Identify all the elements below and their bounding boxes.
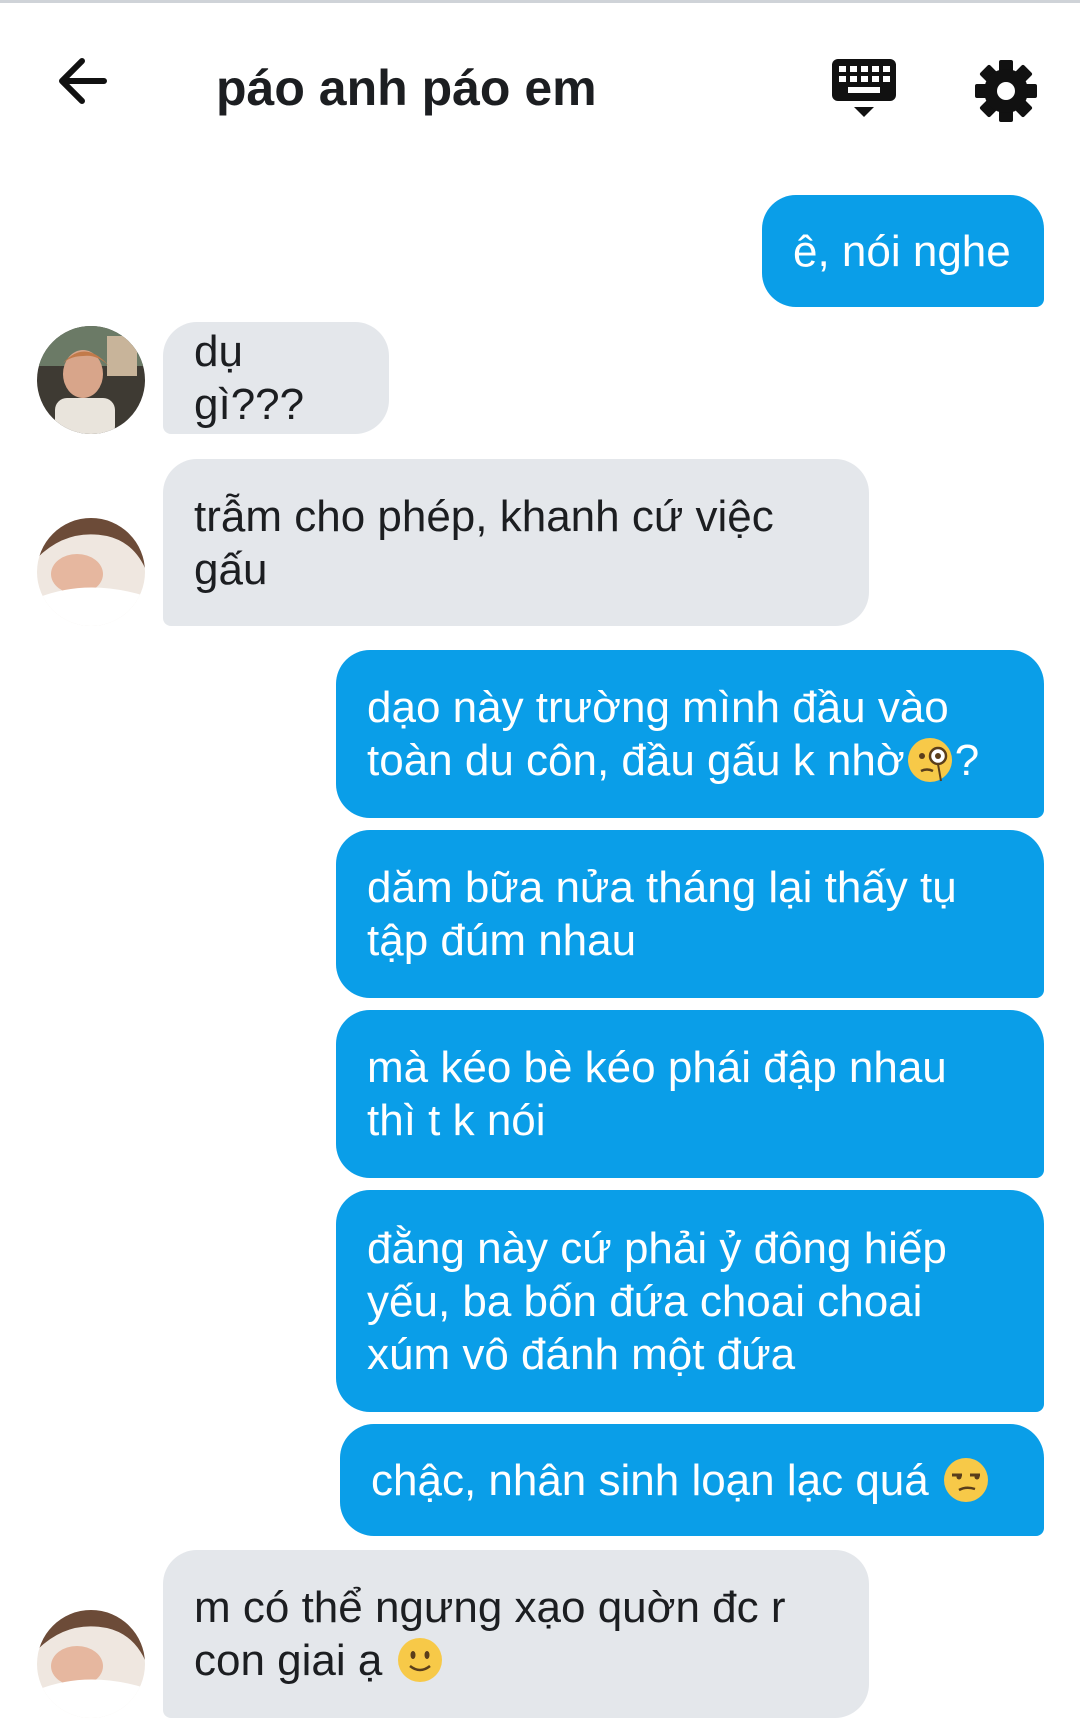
message-suffix: ?	[954, 736, 980, 785]
message-text: dạo này trường mình đầu vào toàn du côn,…	[367, 683, 949, 785]
message-text: trẫm cho phép, khanh cứ việc gấu	[194, 491, 774, 594]
message-bubble-outgoing[interactable]: dăm bữa nửa tháng lại thấy tụ tập đúm nh…	[336, 830, 1044, 998]
settings-button[interactable]	[970, 55, 1042, 127]
message-bubble-incoming[interactable]: m có thể ngưng xạo quờn đc r con giai ạ	[163, 1550, 869, 1718]
avatar[interactable]	[37, 1610, 145, 1718]
keyboard-button[interactable]	[826, 55, 902, 125]
arrow-left-icon	[59, 58, 107, 104]
message-bubble-outgoing[interactable]: chậc, nhân sinh loạn lạc quá	[340, 1424, 1044, 1536]
message-bubble-outgoing[interactable]: đằng này cứ phải ỷ đông hiếp yếu, ba bốn…	[336, 1190, 1044, 1412]
message-text: mà kéo bè kéo phái đập nhau thì t k nói	[367, 1043, 947, 1145]
user-photo-icon	[37, 1610, 145, 1718]
user-photo-icon	[37, 518, 145, 626]
message-bubble-outgoing[interactable]: dạo này trường mình đầu vào toàn du côn,…	[336, 650, 1044, 818]
face-with-monocle-icon	[907, 738, 952, 782]
avatar[interactable]	[37, 518, 145, 626]
message-text: chậc, nhân sinh loạn lạc quá	[371, 1455, 929, 1505]
user-photo-icon	[37, 326, 145, 434]
back-button[interactable]	[48, 43, 128, 123]
message-text: dụ gì???	[194, 327, 305, 429]
chat-header: páo anh páo em	[0, 3, 1080, 168]
message-text-wrapper: m có thể ngưng xạo quờn đc r con giai ạ	[194, 1581, 786, 1687]
message-bubble-incoming[interactable]: dụ gì???	[163, 322, 389, 434]
message-text-wrapper: dạo này trường mình đầu vào toàn du côn,…	[367, 681, 979, 787]
avatar[interactable]	[37, 326, 145, 434]
conversation-title: páo anh páo em	[216, 60, 597, 116]
message-text: ê, nói nghe	[793, 226, 1011, 276]
message-bubble-outgoing[interactable]: mà kéo bè kéo phái đập nhau thì t k nói	[336, 1010, 1044, 1178]
slightly-smiling-face-icon	[397, 1638, 442, 1682]
message-text: dăm bữa nửa tháng lại thấy tụ tập đúm nh…	[367, 863, 957, 965]
gear-icon	[975, 60, 1037, 122]
message-bubble-incoming[interactable]: trẫm cho phép, khanh cứ việc gấu	[163, 459, 869, 626]
message-text: m có thể ngưng xạo quờn đc r con giai ạ	[194, 1583, 786, 1685]
message-bubble-outgoing[interactable]: ê, nói nghe	[762, 195, 1044, 307]
message-text-wrapper: chậc, nhân sinh loạn lạc quá	[371, 1454, 991, 1507]
unamused-face-icon	[943, 1457, 988, 1502]
keyboard-icon	[832, 59, 896, 117]
message-text: đằng này cứ phải ỷ đông hiếp yếu, ba bốn…	[367, 1223, 947, 1379]
